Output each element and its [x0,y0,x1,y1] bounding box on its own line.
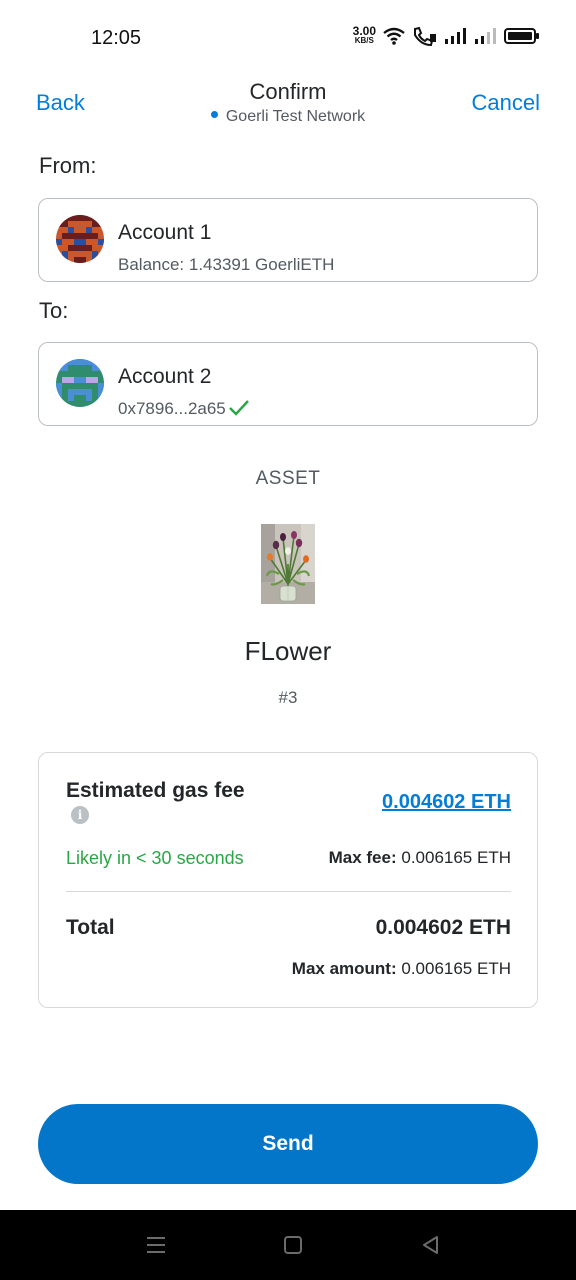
max-fee: Max fee: 0.006165 ETH [329,848,511,868]
network-name: Goerli Test Network [225,108,366,125]
account-2-avatar [56,359,104,407]
to-label: To: [39,298,69,323]
from-account-card[interactable]: Account 1 Balance: 1.43391 GoerliETH [38,198,538,282]
back-icon[interactable] [418,1232,444,1258]
signal-icon [475,28,496,44]
max-amount-value: 0.006165 ETH [401,959,511,978]
likely-time: Likely in < 30 seconds [66,848,244,868]
header: Back Confirm Goerli Test Network Cancel [0,76,576,136]
max-fee-value: 0.006165 ETH [401,848,511,867]
menu-icon[interactable] [143,1232,169,1258]
estimated-gas-fee-label: Estimated gas fee [66,779,245,802]
max-amount: Max amount: 0.006165 ETH [292,959,511,979]
from-account-balance: Balance: 1.43391 GoerliETH [118,255,335,274]
home-icon[interactable] [280,1232,306,1258]
wifi-icon [383,27,405,45]
max-fee-label: Max fee: [328,848,397,867]
total-label: Total [66,916,115,939]
from-account-name: Account 1 [118,221,212,244]
to-account-card[interactable]: Account 2 0x7896...2a65 [38,342,538,426]
gas-fee-card: Estimated gas fee i 0.004602 ETH Likely … [38,752,538,1008]
battery-icon [504,28,539,44]
asset-image [261,524,315,604]
network-speed-unit: KB/S [354,36,374,45]
signal-icon [445,28,466,44]
checkmark-icon [228,399,249,416]
to-account-address: 0x7896...2a65 [118,399,250,419]
network-speed: 3.00 KB/S [352,24,376,45]
navigation-bar [0,1210,576,1280]
to-address-text: 0x7896...2a65 [118,399,226,418]
send-button[interactable]: Send [38,1104,538,1184]
estimated-gas-fee-value[interactable]: 0.004602 ETH [382,791,511,814]
status-time: 12:05 [91,27,142,49]
info-icon[interactable]: i [71,806,89,824]
asset-token-id: #3 [278,688,298,707]
cancel-button[interactable]: Cancel [472,90,540,116]
network-dot-icon [210,111,218,119]
network-speed-value: 3.00 [352,24,376,38]
total-value: 0.004602 ETH [375,916,511,939]
account-1-avatar [56,215,104,263]
volte-call-icon [414,26,436,46]
from-label: From: [39,153,97,178]
status-icons: 3.00 KB/S [352,24,540,46]
divider [66,891,511,892]
asset-name: FLower [244,636,332,666]
to-account-name: Account 2 [118,365,212,388]
status-bar: 12:05 3.00 KB/S [0,0,576,76]
max-amount-label: Max amount: [291,959,397,978]
asset-label: ASSET [255,468,321,489]
